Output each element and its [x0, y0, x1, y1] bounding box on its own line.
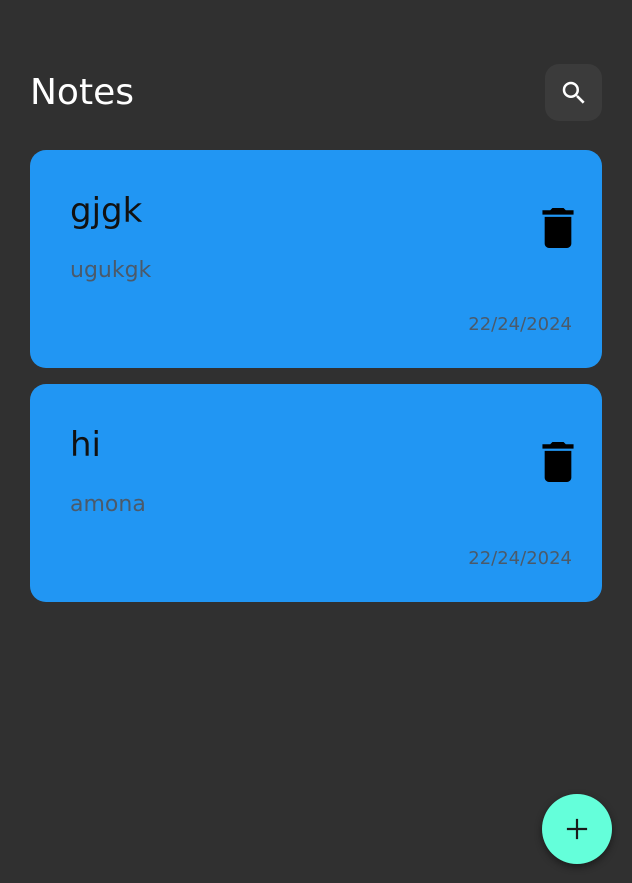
plus-icon	[566, 818, 588, 840]
search-button[interactable]	[545, 64, 602, 121]
note-title: hi	[70, 425, 101, 465]
delete-note-button[interactable]	[536, 439, 580, 485]
note-date: 22/24/2024	[468, 548, 572, 569]
add-note-button[interactable]	[542, 794, 612, 864]
note-card[interactable]: hi amona 22/24/2024	[30, 384, 602, 602]
note-card[interactable]: gjgk ugukgk 22/24/2024	[30, 150, 602, 368]
note-body: ugukgk	[70, 258, 152, 283]
search-icon	[562, 81, 585, 104]
trash-icon	[542, 442, 574, 482]
note-body: amona	[70, 492, 146, 517]
note-date: 22/24/2024	[468, 314, 572, 335]
delete-note-button[interactable]	[536, 205, 580, 251]
page-title: Notes	[30, 72, 134, 113]
note-title: gjgk	[70, 191, 143, 231]
trash-icon	[542, 208, 574, 248]
